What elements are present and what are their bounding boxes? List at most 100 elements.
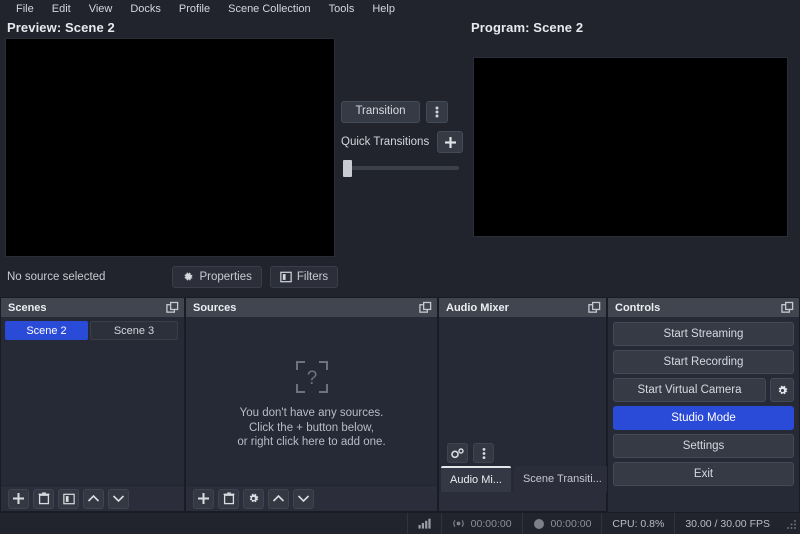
gear-icon (185, 272, 193, 281)
add-icon (444, 136, 456, 148)
transition-tbar-slider[interactable] (341, 160, 459, 177)
audio-mixer-channels[interactable]: Audio Mi... Scene Transiti... (439, 317, 611, 492)
menu-item-profile[interactable]: Profile (170, 1, 219, 18)
resize-grip-icon[interactable] (784, 517, 798, 531)
sources-dock-header: Sources (186, 298, 437, 317)
virtual-camera-settings-button[interactable] (770, 378, 794, 402)
scene-item-scene-3[interactable]: Scene 3 (90, 321, 178, 340)
preview-title: Preview: Scene 2 (7, 20, 115, 35)
sources-toolbar (186, 485, 437, 511)
start-streaming-button[interactable]: Start Streaming (613, 322, 794, 346)
filters-icon (62, 493, 75, 504)
controls-dock-title: Controls (615, 301, 661, 314)
no-source-selected-label: No source selected (7, 271, 106, 283)
program-canvas[interactable] (473, 57, 788, 237)
status-bar: 00:00:00 00:00:00 CPU: 0.8% 30.00 / 30.0… (0, 512, 800, 534)
audio-mixer-menu-button[interactable] (473, 443, 494, 463)
menu-item-docks[interactable]: Docks (121, 1, 170, 18)
studio-mode-button[interactable]: Studio Mode (613, 406, 794, 430)
virtual-camera-row: Start Virtual Camera (613, 378, 794, 402)
add-scene-button[interactable] (8, 488, 29, 509)
gear-icon (249, 493, 259, 503)
advanced-audio-properties-button[interactable] (447, 443, 468, 463)
quick-transitions-row: Quick Transitions (341, 131, 464, 153)
advanced-audio-properties-icon (451, 447, 464, 458)
menu-item-view[interactable]: View (80, 1, 122, 18)
tbar-track (348, 166, 459, 170)
chevron-up-icon (272, 494, 285, 502)
status-stream-time: 00:00:00 (440, 512, 522, 534)
scenes-dock-title: Scenes (8, 301, 47, 314)
exit-button[interactable]: Exit (613, 462, 794, 486)
program-title: Program: Scene 2 (471, 20, 584, 35)
float-dock-icon[interactable] (588, 301, 601, 314)
record-timer: 00:00:00 (550, 517, 592, 530)
remove-scene-button[interactable] (33, 488, 54, 509)
float-dock-icon[interactable] (166, 301, 179, 314)
menu-item-scene-collection[interactable]: Scene Collection (219, 1, 320, 18)
no-sources-message: You don't have any sources. Click the + … (237, 406, 385, 450)
record-dot-icon (533, 518, 544, 529)
add-icon (13, 493, 24, 504)
transition-button[interactable]: Transition (341, 101, 420, 123)
move-scene-up-button[interactable] (83, 488, 104, 509)
filters-icon (280, 271, 292, 283)
add-source-button[interactable] (193, 488, 214, 509)
vertical-dots-icon (435, 106, 439, 118)
scene-filters-button[interactable] (58, 488, 79, 509)
audio-mixer-toolbar (439, 440, 606, 466)
audio-mixer-dock-header: Audio Mixer (439, 298, 606, 317)
audio-mixer-dock-title: Audio Mixer (446, 301, 509, 314)
add-quick-transition-button[interactable] (437, 131, 464, 153)
tab-scene-transitions[interactable]: Scene Transiti... (513, 466, 611, 492)
move-source-down-button[interactable] (293, 488, 314, 509)
status-cpu: CPU: 0.8% (601, 512, 674, 534)
source-controls-bar: No source selected Properties Filters (0, 263, 440, 291)
scene-row: Scene 2 Scene 3 (5, 321, 180, 340)
menu-item-help[interactable]: Help (363, 1, 404, 18)
float-dock-icon[interactable] (419, 301, 432, 314)
sources-dock-title: Sources (193, 301, 237, 314)
move-scene-down-button[interactable] (108, 488, 129, 509)
transition-menu-button[interactable] (426, 101, 448, 123)
menu-item-edit[interactable]: Edit (43, 1, 80, 18)
scenes-toolbar (1, 485, 184, 511)
add-icon (198, 493, 209, 504)
trash-icon (223, 492, 234, 505)
status-connection (406, 512, 441, 534)
broadcast-icon (452, 519, 464, 528)
chevron-down-icon (297, 495, 310, 503)
scenes-list[interactable]: Scene 2 Scene 3 (1, 317, 184, 492)
menu-item-file[interactable]: File (7, 1, 43, 18)
gear-icon (778, 385, 787, 394)
tbar-handle[interactable] (343, 160, 352, 177)
source-properties-button[interactable] (243, 488, 264, 509)
filters-button-label: Filters (296, 271, 329, 283)
stream-timer: 00:00:00 (470, 517, 512, 530)
status-fps: 30.00 / 30.00 FPS (674, 512, 780, 534)
move-source-up-button[interactable] (268, 488, 289, 509)
settings-button[interactable]: Settings (613, 434, 794, 458)
transition-row: Transition (341, 101, 448, 123)
controls-dock: Controls Start Streaming Start Recording… (607, 297, 800, 512)
status-record-time: 00:00:00 (521, 512, 602, 534)
remove-source-button[interactable] (218, 488, 239, 509)
preview-canvas[interactable] (5, 38, 335, 257)
audio-mixer-dock: Audio Mixer Audio Mi... Scene Transiti..… (438, 297, 611, 512)
no-sources-line-2: Click the + button below, (249, 421, 374, 434)
scenes-dock-header: Scenes (1, 298, 184, 317)
scenes-dock: Scenes Scene 2 Scene 3 (0, 297, 185, 512)
filters-button[interactable]: Filters (269, 266, 339, 288)
sources-list[interactable]: ? You don't have any sources. Click the … (186, 317, 437, 492)
signal-bars-icon (418, 518, 431, 529)
vertical-dots-icon (482, 447, 485, 459)
menu-bar: File Edit View Docks Profile Scene Colle… (0, 0, 800, 18)
chevron-up-icon (87, 494, 100, 502)
properties-button[interactable]: Properties (172, 266, 262, 288)
menu-item-tools[interactable]: Tools (320, 1, 364, 18)
scene-item-scene-2[interactable]: Scene 2 (5, 321, 88, 340)
float-dock-icon[interactable] (781, 301, 794, 314)
tab-audio-mixer[interactable]: Audio Mi... (441, 466, 511, 492)
start-virtual-camera-button[interactable]: Start Virtual Camera (613, 378, 766, 402)
start-recording-button[interactable]: Start Recording (613, 350, 794, 374)
